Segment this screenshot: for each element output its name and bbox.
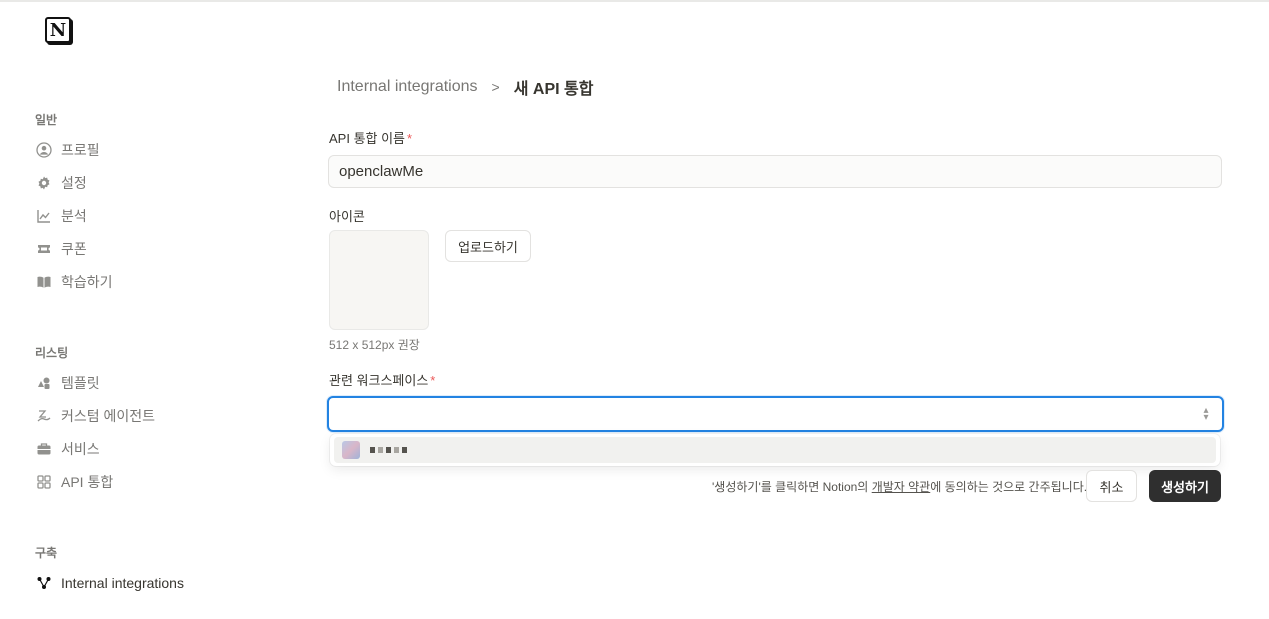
sidebar-item-custom-agents[interactable]: 커스텀 에이전트 [35,403,255,429]
sidebar-item-api-integrations[interactable]: API 통합 [35,469,255,495]
sidebar-item-label: API 통합 [61,474,114,490]
sidebar-item-settings[interactable]: 설정 [35,170,255,196]
book-icon [35,273,53,291]
name-label-text: API 통합 이름 [329,131,406,146]
sidebar-item-analytics[interactable]: 분석 [35,203,255,229]
sidebar-section-listing: 리스팅 [35,346,69,360]
agent-icon [35,407,53,425]
breadcrumb-parent-link[interactable]: Internal integrations [337,78,478,96]
sidebar-item-label: 분석 [61,208,87,224]
workspace-field-label: 관련 워크스페이스 * [329,370,435,389]
profile-icon [35,141,53,159]
workspace-select[interactable]: ▴ ▾ [327,396,1224,432]
sidebar-item-label: 설정 [61,175,87,191]
sidebar-item-services[interactable]: 서비스 [35,436,255,462]
gear-icon [35,174,53,192]
sidebar-item-label: 프로필 [61,142,100,158]
chevron-right-icon: > [491,79,500,95]
sidebar-item-label: 커스텀 에이전트 [61,408,156,424]
sidebar-item-profile[interactable]: 프로필 [35,137,255,163]
developer-terms-link[interactable]: 개발자 약관 [872,480,931,494]
breadcrumb: Internal integrations > 새 API 통합 [337,76,593,98]
required-mark: * [407,131,413,146]
grid-icon [35,473,53,491]
cancel-button[interactable]: 취소 [1086,470,1137,502]
sidebar-item-learn[interactable]: 학습하기 [35,269,255,295]
briefcase-icon [35,440,53,458]
sidebar-item-coupons[interactable]: 쿠폰 [35,236,255,262]
chart-icon [35,207,53,225]
sidebar: 일반 프로필 설정 분석 쿠폰 학습하기 리스팅 템플릿 커스텀 에이전트 서비… [0,0,300,619]
sidebar-item-label: 서비스 [61,441,100,457]
workspace-dropdown [330,434,1220,466]
sidebar-item-label: Internal integrations [61,575,184,591]
sidebar-item-label: 템플릿 [61,375,100,391]
icon-preview[interactable] [329,230,429,330]
chevron-up-down-icon: ▴ ▾ [1203,405,1209,423]
sidebar-item-label: 쿠폰 [61,241,87,257]
sidebar-section-general: 일반 [35,113,58,127]
workspace-label-text: 관련 워크스페이스 [329,373,429,388]
terms-note-prefix: '생성하기'를 클릭하면 Notion의 [712,480,872,494]
workspace-option[interactable] [334,437,1216,463]
workspace-avatar [342,441,360,459]
terms-note: '생성하기'를 클릭하면 Notion의 개발자 약관에 동의하는 것으로 간주… [712,478,1087,495]
name-field-label: API 통합 이름 * [329,128,412,147]
ticket-icon [35,240,53,258]
create-button[interactable]: 생성하기 [1149,470,1221,502]
icon-field-label: 아이콘 [329,209,365,224]
page-title: 새 API 통합 [513,81,594,98]
sidebar-item-internal-integrations[interactable]: Internal integrations [35,570,255,596]
sidebar-item-label: 학습하기 [61,274,113,290]
sidebar-section-build: 구축 [35,546,58,560]
sidebar-item-templates[interactable]: 템플릿 [35,370,255,396]
workspace-name-redacted [370,447,407,453]
upload-button[interactable]: 업로드하기 [445,230,531,262]
terms-note-suffix: 에 동의하는 것으로 간주됩니다. [930,480,1088,494]
nodes-icon [35,574,53,592]
shapes-icon [35,374,53,392]
integration-name-input[interactable]: openclawMe [328,155,1222,188]
required-mark: * [430,373,436,388]
icon-size-hint: 512 x 512px 권장 [329,338,420,352]
